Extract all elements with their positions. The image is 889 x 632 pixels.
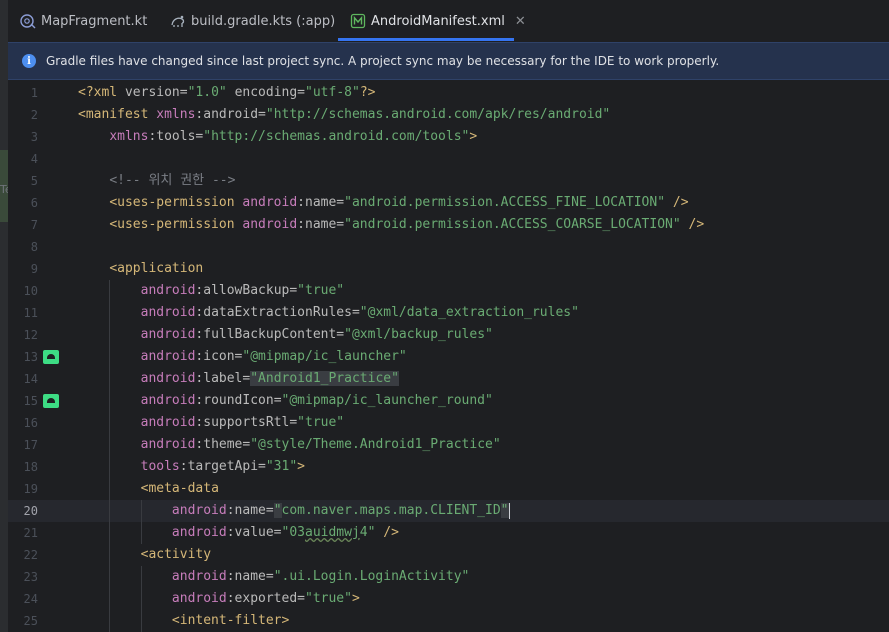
gradle-icon — [171, 15, 185, 27]
tab-label: AndroidManifest.xml — [371, 13, 505, 29]
code-line[interactable]: 7 <uses-permission android:name="android… — [8, 214, 889, 236]
line-text: android:theme="@style/Theme.Android1_Pra… — [140, 437, 501, 452]
code-line[interactable]: 15 android:roundIcon="@mipmap/ic_launche… — [8, 390, 889, 412]
line-number: 16 — [23, 416, 38, 430]
code-line[interactable]: 2 <manifest xmlns:android="http://schemas… — [8, 104, 889, 126]
tab-label: build.gradle.kts (:app) — [191, 13, 336, 29]
line-text: tools:targetApi="31"> — [140, 459, 305, 474]
line-number: 23 — [23, 570, 38, 584]
code-line[interactable]: 11 android:dataExtractionRules="@xml/dat… — [8, 302, 889, 324]
line-text: android:label="Android1_Practice" — [140, 371, 399, 386]
code-line[interactable]: 12 android:fullBackupContent="@xml/backu… — [8, 324, 889, 346]
line-number: 10 — [23, 284, 38, 298]
code-line[interactable]: 4 — [8, 148, 889, 170]
line-number: 1 — [30, 86, 38, 100]
indent-guide — [141, 566, 142, 632]
line-number: 14 — [23, 372, 38, 386]
line-text: <activity — [140, 547, 212, 562]
line-text: <application — [109, 261, 204, 276]
editor-tab-bar: MapFragment.kt build.gradle.kts (:app) A… — [8, 0, 889, 42]
notification-message: Gradle files have changed since last pro… — [46, 54, 720, 68]
line-text: android:value="03auidmwj4" /> — [171, 525, 399, 540]
line-text: android:name="com.naver.maps.map.CLIENT_… — [171, 502, 510, 519]
gradle-sync-notification: i Gradle files have changed since last p… — [8, 42, 889, 80]
code-line[interactable]: 5 <!-- 위치 권한 --> — [8, 170, 889, 192]
text-caret — [508, 502, 510, 519]
indent-guide — [109, 280, 110, 632]
close-icon[interactable]: ✕ — [515, 14, 526, 29]
code-line[interactable]: 16 android:supportsRtl="true" — [8, 412, 889, 434]
android-icon[interactable] — [43, 350, 59, 364]
line-text: <!-- 위치 권한 --> — [109, 173, 236, 188]
line-text: android:icon="@mipmap/ic_launcher" — [140, 349, 407, 364]
code-line[interactable]: 17 android:theme="@style/Theme.Android1_… — [8, 434, 889, 456]
line-text: <manifest xmlns:android="http://schemas.… — [78, 107, 611, 122]
code-editor[interactable]: 1 <?xml version="1.0" encoding="utf-8"?> 2… — [8, 81, 889, 632]
line-number: 24 — [23, 592, 38, 606]
line-text: <meta-data — [140, 481, 219, 496]
line-text: android:supportsRtl="true" — [140, 415, 345, 430]
line-text: android:dataExtractionRules="@xml/data_e… — [140, 305, 579, 320]
line-text: android:fullBackupContent="@xml/backup_r… — [140, 327, 493, 342]
line-number: 6 — [30, 196, 38, 210]
android-icon[interactable] — [43, 394, 59, 408]
tab-androidmanifest[interactable]: AndroidManifest.xml ✕ — [350, 0, 526, 42]
line-number: 4 — [30, 152, 38, 166]
tab-mapfragment[interactable]: MapFragment.kt — [20, 0, 147, 42]
line-number: 9 — [30, 262, 38, 276]
line-text: android:roundIcon="@mipmap/ic_launcher_r… — [140, 393, 493, 408]
code-line[interactable]: 8 — [8, 236, 889, 258]
line-number: 22 — [23, 548, 38, 562]
line-number: 7 — [30, 218, 38, 232]
line-number: 19 — [23, 482, 38, 496]
manifest-icon — [350, 13, 366, 29]
info-icon: i — [22, 54, 36, 68]
active-tab-indicator — [338, 38, 514, 41]
line-number: 3 — [30, 130, 38, 144]
tab-label: MapFragment.kt — [41, 13, 148, 29]
line-number: 11 — [23, 306, 38, 320]
code-line[interactable]: 9 <application — [8, 258, 889, 280]
kotlin-file-icon — [20, 14, 36, 29]
line-number: 18 — [23, 460, 38, 474]
code-line[interactable]: 1 <?xml version="1.0" encoding="utf-8"?> — [8, 82, 889, 104]
line-number: 25 — [23, 614, 38, 628]
line-text: android:allowBackup="true" — [140, 283, 345, 298]
line-text: android:name=".ui.Login.LoginActivity" — [171, 569, 470, 584]
line-number: 12 — [23, 328, 38, 342]
line-text: android:exported="true"> — [171, 591, 360, 606]
code-line[interactable]: 14 android:label="Android1_Practice" — [8, 368, 889, 390]
line-number: 17 — [23, 438, 38, 452]
line-number: 20 — [23, 504, 38, 518]
code-line[interactable]: 10 android:allowBackup="true" — [8, 280, 889, 302]
line-number: 15 — [23, 394, 38, 408]
code-line[interactable]: 6 <uses-permission android:name="android… — [8, 192, 889, 214]
code-line[interactable]: 13 android:icon="@mipmap/ic_launcher" — [8, 346, 889, 368]
code-line[interactable]: 19 <meta-data — [8, 478, 889, 500]
line-number: 8 — [30, 240, 38, 254]
left-tool-strip: Te — [0, 0, 12, 632]
line-text: xmlns:tools="http://schemas.android.com/… — [109, 129, 478, 144]
line-number: 2 — [30, 108, 38, 122]
line-text: <uses-permission android:name="android.p… — [109, 217, 705, 232]
tab-build-gradle[interactable]: build.gradle.kts (:app) — [170, 0, 335, 42]
line-text: <uses-permission android:name="android.p… — [109, 195, 689, 210]
code-line[interactable]: 18 tools:targetApi="31"> — [8, 456, 889, 478]
line-text: <?xml version="1.0" encoding="utf-8"?> — [78, 85, 376, 100]
code-line[interactable]: 3 xmlns:tools="http://schemas.android.co… — [8, 126, 889, 148]
line-number: 13 — [23, 350, 38, 364]
indent-guide — [141, 500, 142, 544]
code-line[interactable]: 22 <activity — [8, 544, 889, 566]
line-number: 5 — [30, 174, 38, 188]
line-number: 21 — [23, 526, 38, 540]
